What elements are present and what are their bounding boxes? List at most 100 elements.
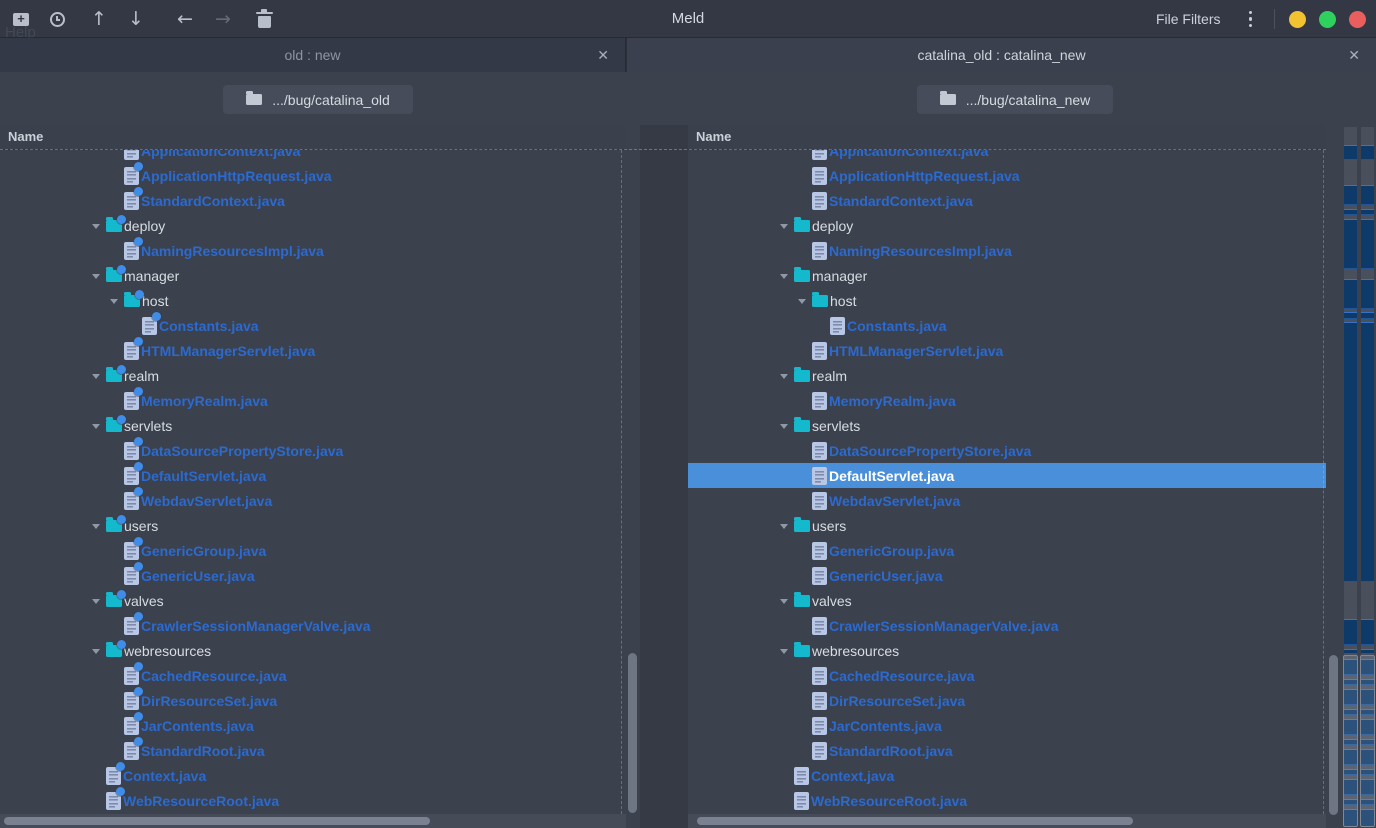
file-row[interactable]: DirResourceSet.java [688,688,1326,713]
folder-row[interactable]: host [688,288,1326,313]
file-row[interactable]: ApplicationContext.java [688,150,1326,163]
expander-slot[interactable] [780,597,794,604]
file-row[interactable]: ApplicationHttpRequest.java [688,163,1326,188]
file-row[interactable]: DirResourceSet.java [0,688,626,713]
file-row[interactable]: MemoryRealm.java [0,388,626,413]
file-row[interactable]: GenericUser.java [688,563,1326,588]
expander-slot[interactable] [92,372,106,379]
trash-button[interactable] [251,0,277,38]
time-clock-button[interactable] [44,0,70,38]
file-row[interactable]: NamingResourcesImpl.java [0,238,626,263]
file-row[interactable]: Constants.java [0,313,626,338]
file-row[interactable]: DefaultServlet.java [0,463,626,488]
file-row[interactable]: StandardContext.java [688,188,1326,213]
file-row[interactable]: DataSourcePropertyStore.java [0,438,626,463]
window-button-minimize[interactable] [1289,11,1306,28]
path-button-catalina-old[interactable]: .../bug/catalina_old [223,85,413,114]
expander-slot[interactable] [798,297,812,304]
menu-kebab-icon[interactable] [1241,7,1261,32]
folder-row[interactable]: users [0,513,626,538]
arrow-down-button[interactable]: ↓ [123,0,149,38]
window-button-close[interactable] [1349,11,1366,28]
file-row[interactable]: HTMLManagerServlet.java [688,338,1326,363]
diff-map-column-right[interactable] [1361,127,1374,824]
folder-row[interactable]: deploy [688,213,1326,238]
row-label: StandardRoot.java [829,743,953,759]
file-row[interactable]: CachedResource.java [688,663,1326,688]
file-row[interactable]: CrawlerSessionManagerValve.java [0,613,626,638]
file-row[interactable]: ApplicationContext.java [0,150,626,163]
expander-slot[interactable] [92,522,106,529]
file-row[interactable]: MemoryRealm.java [688,388,1326,413]
tab-close-icon[interactable]: ✕ [1344,38,1364,72]
file-row[interactable]: GenericGroup.java [688,538,1326,563]
file-row[interactable]: NamingResourcesImpl.java [688,238,1326,263]
expander-slot[interactable] [92,647,106,654]
file-row[interactable]: CachedResource.java [0,663,626,688]
arrow-left-button[interactable]: ← [172,0,198,38]
file-icon [812,150,827,160]
file-row[interactable]: DefaultServlet.java [688,463,1326,488]
window-button-maximize[interactable] [1319,11,1336,28]
expander-slot[interactable] [780,372,794,379]
horizontal-scrollbar-right[interactable] [688,814,1326,828]
tab-catalina-old-new[interactable]: catalina_old : catalina_new ✕ [627,38,1376,72]
tab-close-icon[interactable]: ✕ [593,38,613,72]
expander-slot[interactable] [780,422,794,429]
file-row[interactable]: Context.java [0,763,626,788]
file-row[interactable]: WebdavServlet.java [688,488,1326,513]
file-row[interactable]: Context.java [688,763,1326,788]
column-header-name-right[interactable]: Name [688,125,1326,150]
folder-row[interactable]: host [0,288,626,313]
file-row[interactable]: WebResourceRoot.java [688,788,1326,813]
file-row[interactable]: StandardRoot.java [0,738,626,763]
expander-slot[interactable] [780,647,794,654]
expander-slot[interactable] [780,272,794,279]
file-row[interactable]: GenericGroup.java [0,538,626,563]
file-row[interactable]: GenericUser.java [0,563,626,588]
horizontal-scrollbar-thumb[interactable] [4,817,430,825]
horizontal-scrollbar-left[interactable] [0,814,626,828]
folder-row[interactable]: servlets [0,413,626,438]
row-label: DirResourceSet.java [141,693,277,709]
folder-row[interactable]: webresources [0,638,626,663]
horizontal-scrollbar-thumb[interactable] [697,817,1133,825]
folder-row[interactable]: users [688,513,1326,538]
vertical-scrollbar-thumb-right[interactable] [1329,655,1338,815]
row-label: WebResourceRoot.java [123,793,279,809]
folder-row[interactable]: deploy [0,213,626,238]
folder-row[interactable]: manager [688,263,1326,288]
folder-row[interactable]: servlets [688,413,1326,438]
file-row[interactable]: DataSourcePropertyStore.java [688,438,1326,463]
file-row[interactable]: StandardContext.java [0,188,626,213]
file-row[interactable]: CrawlerSessionManagerValve.java [688,613,1326,638]
expander-slot[interactable] [92,422,106,429]
expander-slot[interactable] [92,222,106,229]
path-button-catalina-new[interactable]: .../bug/catalina_new [917,85,1113,114]
expander-slot[interactable] [110,297,124,304]
folder-row[interactable]: valves [688,588,1326,613]
expander-slot[interactable] [92,272,106,279]
file-row[interactable]: WebdavServlet.java [0,488,626,513]
file-row[interactable]: StandardRoot.java [688,738,1326,763]
folder-row[interactable]: realm [688,363,1326,388]
file-filters-button[interactable]: File Filters [1150,7,1227,31]
folder-row[interactable]: manager [0,263,626,288]
diff-map-column-left[interactable] [1344,127,1357,824]
folder-row[interactable]: realm [0,363,626,388]
folder-row[interactable]: webresources [688,638,1326,663]
tab-old-new[interactable]: old : new ✕ [0,38,626,72]
expander-slot[interactable] [780,522,794,529]
file-row[interactable]: JarContents.java [0,713,626,738]
file-row[interactable]: WebResourceRoot.java [0,788,626,813]
column-header-name-left[interactable]: Name [0,125,626,150]
file-row[interactable]: HTMLManagerServlet.java [0,338,626,363]
file-row[interactable]: Constants.java [688,313,1326,338]
expander-slot[interactable] [92,597,106,604]
file-row[interactable]: JarContents.java [688,713,1326,738]
expander-slot[interactable] [780,222,794,229]
folder-row[interactable]: valves [0,588,626,613]
file-row[interactable]: ApplicationHttpRequest.java [0,163,626,188]
arrow-up-button[interactable]: ↑ [86,0,112,38]
vertical-scrollbar-thumb-left[interactable] [628,653,637,813]
